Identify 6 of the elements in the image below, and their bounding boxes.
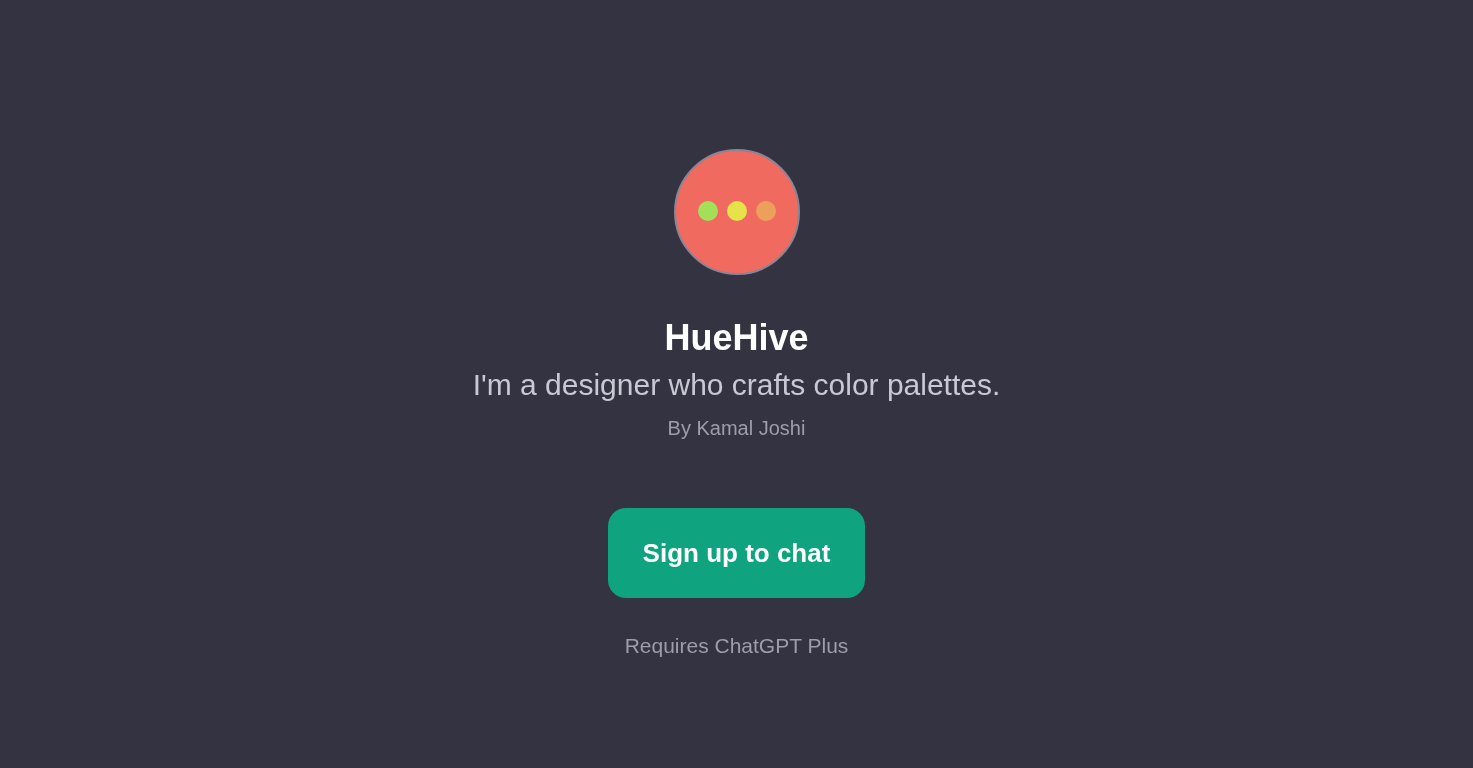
gpt-description: I'm a designer who crafts color palettes.	[472, 367, 1001, 403]
author-name: By Kamal Joshi	[667, 416, 806, 441]
sign-up-button[interactable]: Sign up to chat	[608, 508, 865, 598]
logo-icon	[673, 149, 800, 275]
requirement-note: Requires ChatGPT Plus	[624, 633, 849, 659]
gpt-name: HueHive	[664, 316, 809, 360]
